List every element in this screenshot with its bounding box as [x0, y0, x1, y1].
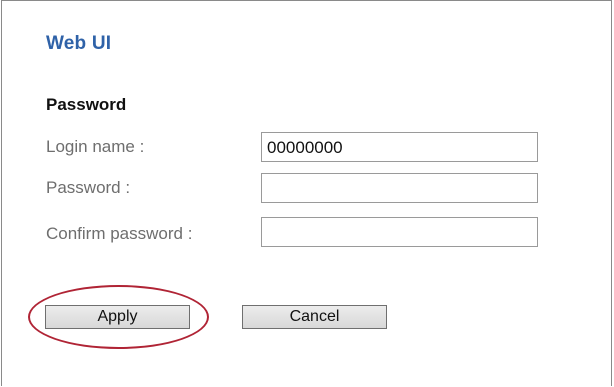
login-name-label: Login name : — [46, 137, 145, 156]
confirm-password-label: Confirm password : — [46, 224, 193, 243]
apply-button[interactable]: Apply — [45, 305, 190, 329]
password-input[interactable] — [261, 173, 538, 203]
password-label: Password : — [46, 178, 131, 197]
section-title-password: Password — [46, 95, 127, 114]
confirm-password-input[interactable] — [261, 217, 538, 247]
page-title: Web UI — [46, 33, 112, 54]
cancel-button[interactable]: Cancel — [242, 305, 387, 329]
login-name-input[interactable] — [261, 132, 538, 162]
settings-panel: Web UI Password Login name : Password : … — [1, 0, 612, 386]
